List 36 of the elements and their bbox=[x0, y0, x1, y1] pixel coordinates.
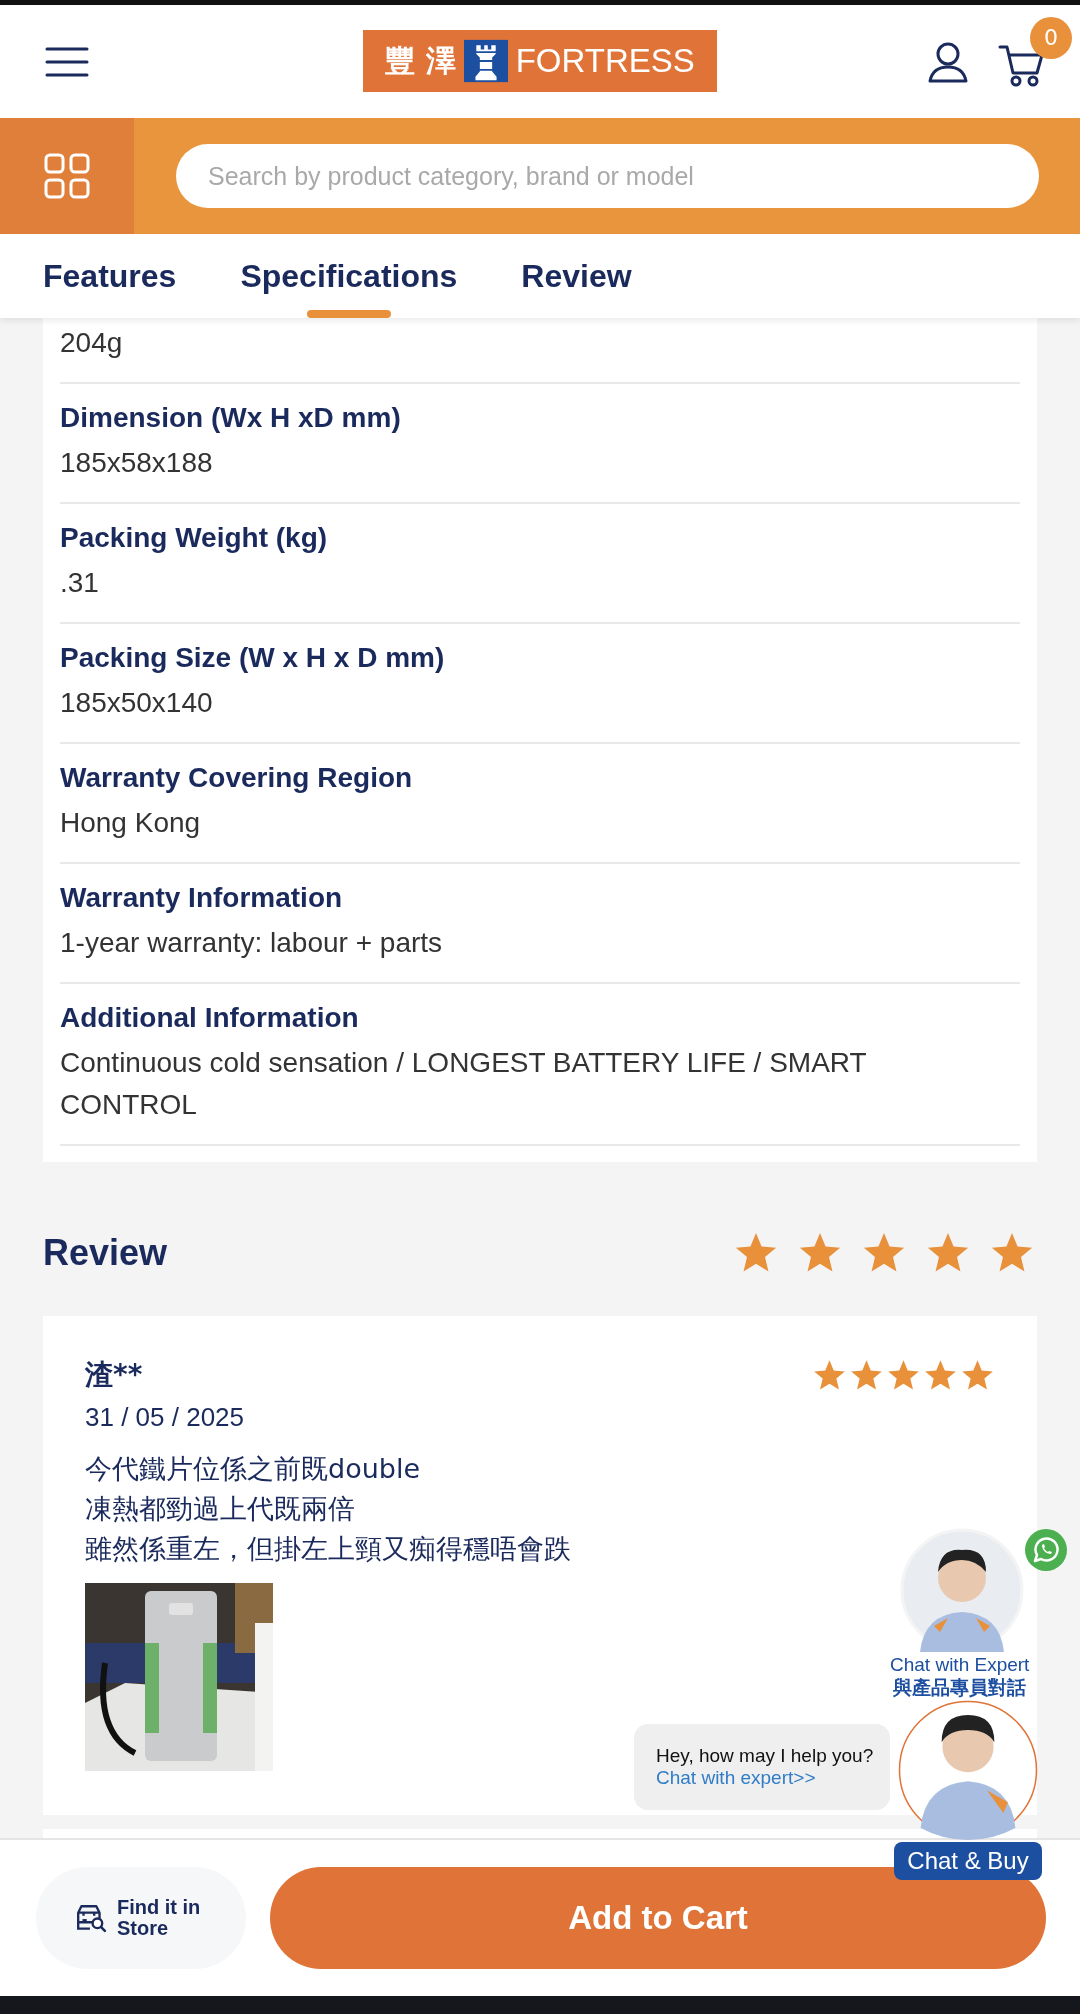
spec-label: Packing Size (W x H x D mm) bbox=[60, 642, 446, 674]
category-button[interactable] bbox=[0, 118, 134, 234]
greeting-text: Hey, how may I help you? bbox=[656, 1745, 875, 1767]
review-heading: Review bbox=[43, 1232, 168, 1274]
reviewer-name: 渣** bbox=[85, 1357, 143, 1393]
search-field[interactable]: Search by product category, brand or model bbox=[176, 144, 1039, 208]
spec-value: 204g bbox=[60, 326, 124, 360]
spec-label: Warranty Covering Region bbox=[60, 762, 414, 794]
spec-label: Additional Information bbox=[60, 1002, 360, 1034]
grid-icon bbox=[44, 153, 90, 199]
review-text: 今代鐵片位係之前既double bbox=[85, 1452, 422, 1486]
tab[interactable]: Review bbox=[521, 234, 632, 318]
spec-value: .31 bbox=[60, 566, 100, 600]
tab[interactable]: Specifications bbox=[240, 234, 458, 318]
chat-label: Chat with Expert bbox=[890, 1654, 1030, 1676]
tab[interactable]: Features bbox=[43, 234, 177, 318]
chat-link[interactable]: Chat with expert>> bbox=[656, 1767, 890, 1789]
spec-value: 185x50x140 bbox=[60, 686, 214, 720]
spec-label: Warranty Information bbox=[60, 882, 344, 914]
spec-label: Packing Weight (kg) bbox=[60, 522, 329, 554]
spec-value: Continuous cold sensation / LONGEST BATTERY LIFE / SMART CONTROL bbox=[60, 1046, 868, 1122]
chat-label: 與產品專員對話 bbox=[893, 1676, 1027, 1698]
spec-value: 185x58x188 bbox=[60, 446, 214, 480]
spec-value: 1-year warranty: labour + parts bbox=[60, 926, 444, 960]
store-search-icon bbox=[75, 1903, 107, 1933]
review-text: 雖然係重左，但掛左上頸又痴得穩唔會跌 bbox=[85, 1532, 572, 1566]
chat-bubble[interactable]: Hey, how may I help you? Chat with expert>> bbox=[634, 1724, 890, 1810]
spec-value: Hong Kong bbox=[60, 806, 202, 840]
find-in-store-button[interactable]: Find it in Store bbox=[36, 1867, 246, 1969]
review-text: 凍熱都勁過上代既兩倍 bbox=[85, 1492, 356, 1526]
chat-and-buy-button[interactable]: Chat & Buy bbox=[894, 1842, 1042, 1880]
cart-count-badge: 0 bbox=[1030, 16, 1072, 59]
review-date: 31 / 05 / 2025 bbox=[85, 1402, 246, 1433]
menu-icon[interactable] bbox=[45, 45, 89, 78]
spec-label: Dimension (Wx H xD mm) bbox=[60, 402, 402, 434]
whatsapp-icon[interactable] bbox=[1024, 1528, 1068, 1572]
